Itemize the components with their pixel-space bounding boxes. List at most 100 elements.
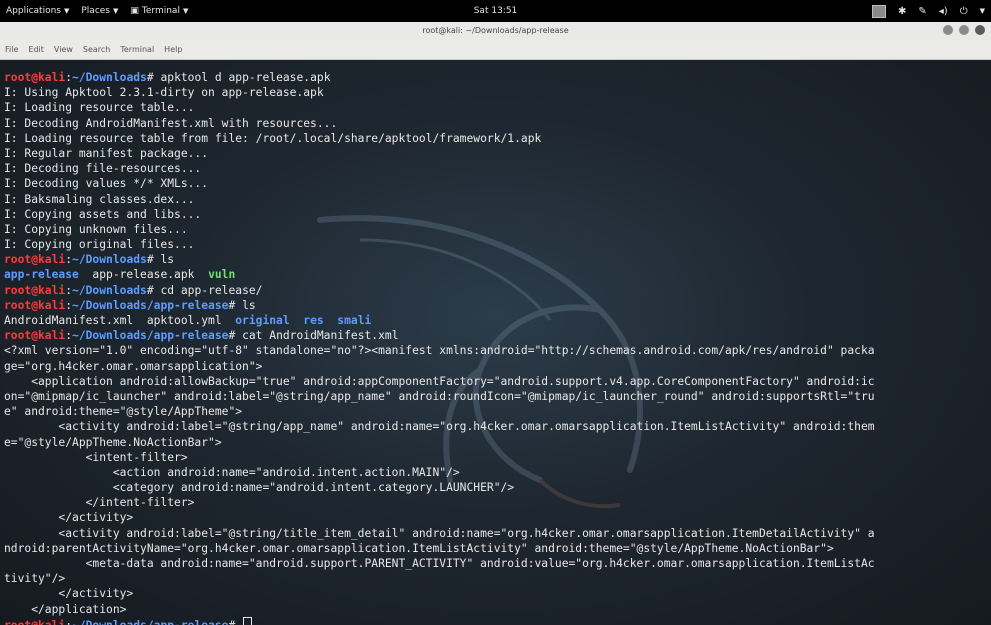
terminal-line: I: Loading resource table...: [4, 100, 875, 115]
terminal-line: I: Copying assets and libs...: [4, 207, 875, 222]
prompt-user: root@kali: [4, 329, 66, 343]
terminal-text: smali: [337, 314, 372, 327]
terminal-text: <meta-data android:name="android.support…: [4, 557, 875, 570]
window-controls: [943, 25, 985, 35]
terminal-text: I: Baksmaling classes.dex...: [4, 192, 195, 206]
clock[interactable]: Sat 13:51: [474, 6, 518, 16]
terminal-text: <application android:allowBackup="true" …: [4, 374, 875, 388]
terminal-line: I: Copying unknown files...: [4, 222, 875, 237]
terminal-text: I: Loading resource table...: [4, 101, 195, 115]
terminal-line: <category android:name="android.intent.c…: [4, 480, 875, 495]
prompt-path: ~/Downloads/app-release: [72, 329, 229, 343]
menu-view[interactable]: View: [49, 45, 78, 54]
terminal-line: I: Regular manifest package...: [4, 146, 875, 161]
terminal-text: ge="org.h4cker.omar.omarsapplication">: [4, 359, 263, 373]
terminal-text: I: Decoding AndroidManifest.xml with res…: [4, 116, 338, 130]
terminal-text: I: Decoding values */* XMLs...: [4, 177, 209, 191]
pen-icon[interactable]: ✎: [918, 6, 926, 17]
network-icon[interactable]: ✱: [898, 6, 906, 17]
menu-help[interactable]: Help: [159, 45, 187, 54]
terminal-app-label: Terminal: [141, 6, 180, 16]
terminal-line: ge="org.h4cker.omar.omarsapplication">: [4, 359, 875, 374]
volume-icon[interactable]: ◂): [939, 6, 948, 17]
text-cursor: [243, 616, 253, 625]
terminal-line: <meta-data android:name="android.support…: [4, 556, 875, 571]
terminal-text: <intent-filter>: [4, 450, 188, 464]
terminal-text: I: Copying assets and libs...: [4, 207, 202, 221]
terminal-line: <application android:allowBackup="true" …: [4, 374, 875, 389]
prompt-user: root@kali: [4, 619, 65, 625]
terminal-line: I: Decoding AndroidManifest.xml with res…: [4, 116, 875, 131]
terminal-output: root@kali:~/Downloads# apktool d app-rel…: [4, 70, 875, 625]
terminal-text: I: Loading resource table from file: /ro…: [4, 131, 542, 145]
terminal-text: app-release: [4, 268, 79, 282]
terminal-line: <activity android:label="@string/title_i…: [4, 526, 875, 541]
chevron-down-icon: ▼: [182, 7, 189, 15]
close-icon[interactable]: [975, 25, 985, 35]
terminal-icon: ▣: [130, 6, 139, 16]
workspace-indicator-icon[interactable]: [871, 4, 886, 18]
terminal-text: # ls: [228, 298, 256, 312]
terminal-line: app-release app-release.apk vuln: [4, 267, 875, 282]
maximize-icon[interactable]: [959, 25, 969, 35]
terminal-text: </activity>: [4, 587, 134, 601]
terminal-text: #: [228, 619, 242, 625]
places-menu[interactable]: Places ▼: [75, 6, 124, 16]
terminal-line: </activity>: [4, 586, 875, 601]
terminal-line: root@kali:~/Downloads# cd app-release/: [4, 283, 875, 298]
terminal-line: I: Baksmaling classes.dex...: [4, 192, 875, 207]
terminal-text: :: [65, 329, 73, 343]
terminal-text: <activity android:label="@string/title_i…: [4, 526, 875, 540]
prompt-user: root@kali: [4, 298, 66, 312]
terminal-text: :: [65, 619, 72, 625]
terminal-line: </activity>: [4, 510, 875, 525]
chevron-down-icon[interactable]: ▼: [980, 7, 985, 15]
applications-menu[interactable]: Applications ▼: [0, 6, 75, 16]
terminal-text: :: [65, 253, 73, 267]
power-icon[interactable]: ⏻: [960, 6, 968, 17]
terminal-text: I: Copying unknown files...: [4, 222, 188, 236]
prompt-user: root@kali: [4, 283, 66, 297]
terminal-line: </intent-filter>: [4, 495, 875, 510]
terminal-text: I: Copying original files...: [4, 238, 195, 252]
terminal-text: # cd app-release/: [146, 283, 263, 297]
terminal-text: # ls: [146, 253, 175, 267]
terminal-line: root@kali:~/Downloads/app-release# cat A…: [4, 328, 875, 343]
terminal-line: on="@mipmap/ic_launcher" android:label="…: [4, 389, 875, 404]
window-title: root@kali: ~/Downloads/app-release: [422, 26, 569, 35]
terminal-line: root@kali:~/Downloads/app-release#: [4, 616, 875, 625]
terminal-text: I: Decoding file-resources...: [4, 162, 202, 176]
applications-label: Applications: [6, 6, 61, 16]
terminal-app-menu[interactable]: ▣ Terminal ▼: [124, 6, 194, 16]
terminal-text: res: [303, 314, 324, 327]
menu-terminal[interactable]: Terminal: [115, 45, 159, 54]
terminal-text: tivity"/>: [4, 572, 66, 586]
chevron-down-icon: ▼: [63, 7, 70, 15]
terminal-text: # cat AndroidManifest.xml: [228, 329, 399, 343]
prompt-user: root@kali: [4, 253, 66, 267]
terminal-line: root@kali:~/Downloads# apktool d app-rel…: [4, 70, 875, 85]
terminal-area[interactable]: root@kali:~/Downloads# apktool d app-rel…: [0, 60, 991, 625]
terminal-text: :: [65, 283, 73, 297]
window-titlebar[interactable]: root@kali: ~/Downloads/app-release: [0, 22, 991, 41]
prompt-path: ~/Downloads/app-release: [72, 298, 229, 312]
prompt-path: ~/Downloads: [72, 253, 147, 267]
menu-file[interactable]: File: [0, 45, 23, 54]
terminal-text: I: Using Apktool 2.3.1-dirty on app-rele…: [4, 86, 324, 100]
prompt-path: ~/Downloads: [72, 283, 147, 297]
terminal-text: </intent-filter>: [4, 496, 195, 510]
terminal-line: I: Decoding file-resources...: [4, 161, 875, 176]
prompt-user: root@kali: [4, 71, 66, 84]
terminal-text: I: Regular manifest package...: [4, 146, 209, 160]
terminal-line: tivity"/>: [4, 571, 875, 586]
terminal-text: </application>: [4, 602, 127, 616]
terminal-text: e="@style/AppTheme.NoActionBar">: [4, 435, 222, 449]
menu-search[interactable]: Search: [78, 45, 115, 54]
menu-edit[interactable]: Edit: [23, 45, 49, 54]
terminal-line: </application>: [4, 602, 875, 617]
terminal-text: on="@mipmap/ic_launcher" android:label="…: [4, 389, 875, 403]
minimize-icon[interactable]: [943, 25, 953, 35]
terminal-text: # apktool d app-release.apk: [146, 71, 331, 84]
terminal-text: ndroid:parentActivityName="org.h4cker.om…: [4, 541, 834, 555]
